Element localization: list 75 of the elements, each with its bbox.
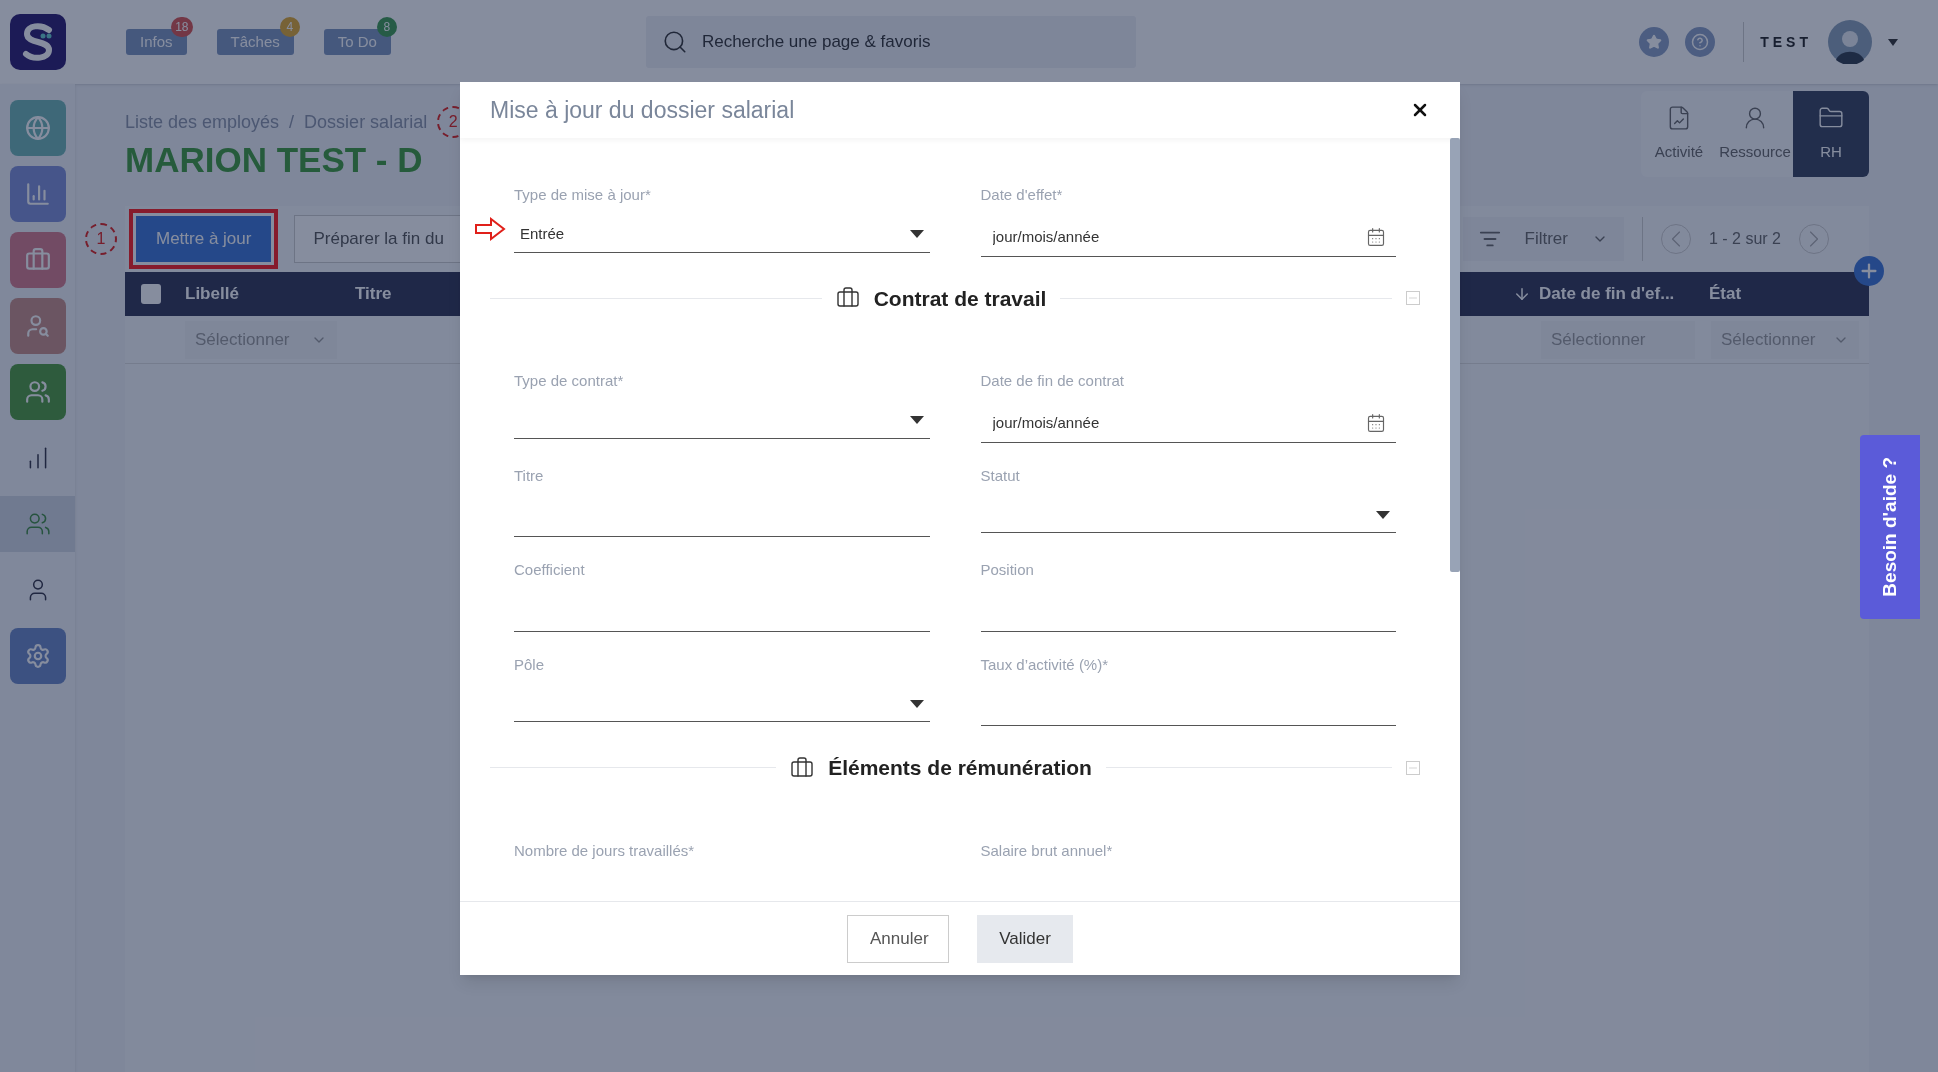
- field-label: Date de fin de contrat: [980, 371, 1124, 391]
- column-header[interactable]: Date de fin d'ef...: [1539, 281, 1709, 307]
- help-button[interactable]: [1685, 27, 1716, 57]
- date-field[interactable]: jour/mois/année: [980, 402, 1396, 443]
- search-field[interactable]: Recherche une page & favoris: [645, 16, 1136, 68]
- sidebar-item[interactable]: [9, 298, 66, 354]
- field-label: Date d'effet*: [980, 185, 1063, 205]
- sidebar-item[interactable]: [9, 166, 66, 222]
- annotation-number: 1: [85, 223, 117, 255]
- user-name: TEST: [1760, 32, 1812, 52]
- app-logo[interactable]: [10, 14, 66, 70]
- caret-icon: [909, 230, 924, 238]
- count-badge: 8: [376, 17, 397, 37]
- user-search-icon: [24, 313, 51, 339]
- field-label: Pôle: [514, 654, 545, 675]
- arrow-annotation-icon: [474, 217, 506, 241]
- calendar-icon[interactable]: [1366, 226, 1386, 247]
- nav-button[interactable]: Tâches: [216, 29, 294, 55]
- pagination-text: 1 - 2 sur 2: [1708, 229, 1781, 249]
- settings-icon: [24, 643, 51, 669]
- briefcase-icon: [790, 755, 815, 780]
- column-header[interactable]: Titre: [355, 281, 392, 307]
- sidebar-item[interactable]: [9, 232, 66, 288]
- collapse-toggle[interactable]: [1406, 760, 1420, 775]
- avatar[interactable]: [1828, 20, 1872, 64]
- field-label: Type de mise à jour*: [514, 185, 651, 205]
- column-header[interactable]: Libellé: [185, 281, 355, 307]
- sort-arrow-icon[interactable]: [1513, 285, 1531, 303]
- modal-title: Mise à jour du dossier salarial: [490, 95, 795, 125]
- caret-icon: [909, 699, 924, 708]
- select-field[interactable]: Entrée: [514, 216, 930, 253]
- select-all-checkbox[interactable]: [141, 284, 161, 304]
- view-tab[interactable]: Ressource: [1717, 91, 1793, 177]
- star-icon: [1646, 34, 1663, 50]
- field-label: Titre: [514, 465, 544, 486]
- field-label: Coefficient: [514, 560, 585, 580]
- caret-icon: [909, 416, 924, 424]
- breadcrumb-separator: /: [289, 110, 295, 134]
- field-label: Nombre de jours travaillés*: [514, 840, 695, 861]
- help-tab[interactable]: Besoin d'aide ?: [1860, 435, 1920, 619]
- people-icon: [24, 379, 51, 405]
- view-tab[interactable]: RH: [1793, 91, 1869, 177]
- favorites-button[interactable]: [1639, 27, 1670, 57]
- field-label: Taux d’activité (%)*: [980, 654, 1109, 675]
- sidebar-item[interactable]: [0, 496, 75, 552]
- globe-icon: [24, 115, 51, 141]
- add-button[interactable]: [1854, 256, 1884, 286]
- page-title: MARION TEST - D: [125, 139, 423, 181]
- field-label: Salaire brut annuel*: [980, 840, 1113, 861]
- field-label: Statut: [980, 465, 1020, 486]
- section-title: Éléments de rémunération: [828, 755, 1092, 781]
- count-badge: 4: [279, 17, 300, 37]
- count-badge: 18: [171, 17, 193, 37]
- sidebar-item[interactable]: [9, 364, 66, 420]
- bar-chart-icon: [24, 181, 51, 207]
- field-label: Position: [980, 560, 1034, 580]
- caret-icon: [1376, 510, 1390, 519]
- toolbar-button[interactable]: Mettre à jour: [129, 209, 279, 269]
- column-header[interactable]: État: [1709, 281, 1869, 307]
- scrollbar[interactable]: [1450, 138, 1460, 572]
- caret-icon[interactable]: [1888, 38, 1898, 46]
- calendar-icon[interactable]: [1366, 412, 1386, 433]
- filter-button[interactable]: Filtrer: [1462, 217, 1624, 261]
- sidebar-item[interactable]: [9, 628, 66, 684]
- dialog-button[interactable]: Annuler: [847, 914, 949, 963]
- sidebar-item[interactable]: [9, 100, 66, 156]
- people-icon: [24, 511, 51, 537]
- field-label: Type de contrat*: [514, 371, 624, 391]
- date-field[interactable]: jour/mois/année: [980, 216, 1396, 257]
- view-tab[interactable]: Activité: [1641, 91, 1717, 177]
- dialog-button[interactable]: Valider: [977, 914, 1073, 963]
- help-icon: [1691, 33, 1710, 51]
- collapse-toggle[interactable]: [1406, 291, 1420, 306]
- briefcase-icon: [24, 247, 51, 273]
- section-title: Contrat de travail: [873, 285, 1047, 312]
